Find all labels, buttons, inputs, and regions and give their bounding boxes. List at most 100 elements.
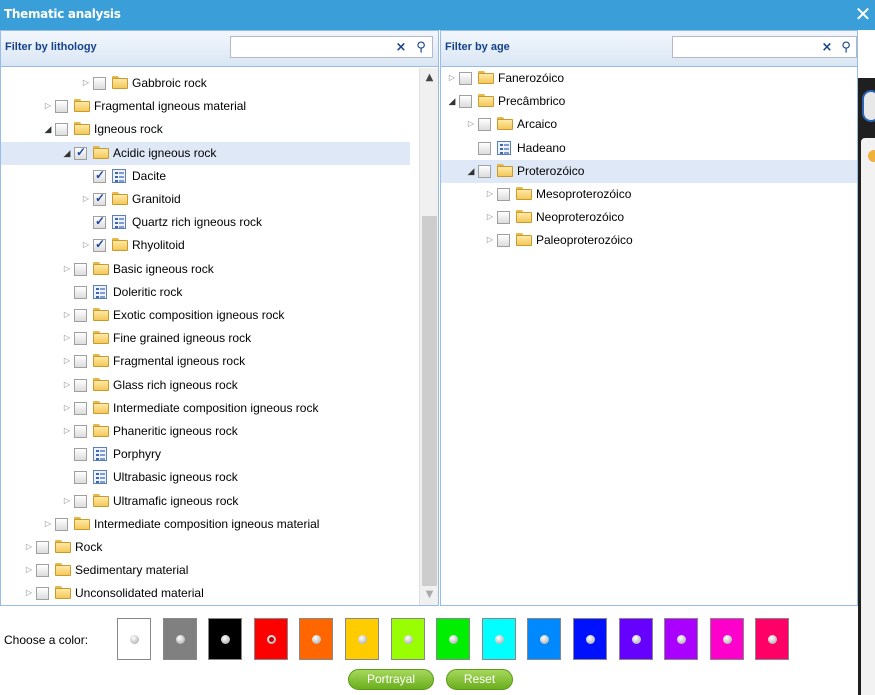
expand-icon[interactable]: ▷ <box>62 426 72 436</box>
node-checkbox[interactable] <box>74 309 87 322</box>
portrayal-button[interactable]: Portrayal <box>348 669 434 690</box>
tree-node[interactable]: Quartz rich igneous rock <box>1 211 410 234</box>
node-checkbox[interactable] <box>459 95 472 109</box>
age-search-icon[interactable]: ⚲ <box>837 39 855 57</box>
tree-node[interactable]: ▷ Glass rich igneous rock <box>1 374 410 397</box>
lithology-search-icon[interactable]: ⚲ <box>412 39 430 57</box>
expand-icon[interactable]: ▷ <box>485 189 495 199</box>
expand-icon[interactable]: ▷ <box>447 73 457 83</box>
age-search-input[interactable] <box>675 38 815 56</box>
tree-node[interactable]: ▷ Fine grained igneous rock <box>1 327 410 350</box>
node-checkbox[interactable] <box>74 332 87 346</box>
tree-node[interactable]: Porphyry <box>1 443 410 466</box>
node-checkbox[interactable] <box>36 587 49 601</box>
node-checkbox[interactable] <box>55 100 68 114</box>
expand-icon[interactable]: ▷ <box>62 356 72 366</box>
tree-node[interactable]: ▷ Granitoid <box>1 188 410 211</box>
node-checkbox[interactable] <box>497 211 510 225</box>
node-checkbox[interactable] <box>36 564 49 578</box>
tree-node[interactable]: ▷ Sedimentary material <box>1 559 410 582</box>
color-swatch[interactable] <box>573 618 607 660</box>
color-swatch[interactable] <box>527 618 562 660</box>
tree-node[interactable]: ◢ Igneous rock <box>1 118 410 141</box>
expand-icon[interactable]: ▷ <box>81 78 91 88</box>
tree-node[interactable]: ▷ Paleoproterozóico <box>441 229 857 252</box>
lithology-search-input[interactable] <box>233 38 383 56</box>
expand-icon[interactable]: ▷ <box>81 194 91 204</box>
node-checkbox[interactable] <box>55 123 68 137</box>
expand-icon[interactable]: ▷ <box>62 264 72 274</box>
tree-node[interactable]: ▷ Neoproterozóico <box>441 206 857 229</box>
expand-icon[interactable]: ▷ <box>62 333 72 343</box>
expand-icon[interactable]: ▷ <box>62 403 72 413</box>
color-swatch[interactable] <box>162 618 197 660</box>
tree-node[interactable]: ▷ Fanerozóico <box>441 68 857 90</box>
tree-node[interactable]: ▷ Exotic composition igneous rock <box>1 304 410 327</box>
collapse-icon[interactable]: ◢ <box>43 124 53 134</box>
tree-node[interactable]: Doleritic rock <box>1 281 410 304</box>
tree-node[interactable]: ▷ Intermediate composition igneous rock <box>1 397 410 420</box>
node-checkbox[interactable] <box>93 214 106 230</box>
tree-node[interactable]: Ultrabasic igneous rock <box>1 466 410 489</box>
tree-node[interactable]: Hadeano <box>441 137 857 160</box>
tree-node[interactable]: ◢ Precâmbrico <box>441 90 857 113</box>
tree-node[interactable]: ◢ Acidic igneous rock <box>1 141 410 165</box>
tree-node[interactable]: ▷ Rhyolitoid <box>1 234 410 257</box>
expand-icon[interactable]: ▷ <box>62 496 72 506</box>
close-icon[interactable]: ✕ <box>853 3 873 25</box>
node-checkbox[interactable] <box>497 188 510 201</box>
expand-icon[interactable]: ▷ <box>62 380 72 390</box>
node-checkbox[interactable] <box>74 285 87 299</box>
node-checkbox[interactable] <box>74 145 87 160</box>
color-swatch[interactable] <box>117 618 151 660</box>
collapse-icon[interactable]: ◢ <box>466 166 476 176</box>
expand-icon[interactable]: ▷ <box>485 235 495 245</box>
tree-node[interactable]: ▷ Unconsolidated material <box>1 582 410 605</box>
node-checkbox[interactable] <box>459 72 472 85</box>
node-checkbox[interactable] <box>36 541 49 554</box>
expand-icon[interactable]: ▷ <box>485 212 495 222</box>
color-swatch[interactable] <box>345 618 379 660</box>
node-checkbox[interactable] <box>478 164 491 178</box>
tree-node[interactable]: Dacite <box>1 165 410 188</box>
reset-button[interactable]: Reset <box>446 669 513 690</box>
collapse-icon[interactable]: ◢ <box>447 96 457 106</box>
color-swatch[interactable] <box>208 618 243 660</box>
node-checkbox[interactable] <box>74 425 87 438</box>
color-swatch[interactable] <box>253 618 288 660</box>
tree-node[interactable]: ▷ Phaneritic igneous rock <box>1 420 410 443</box>
node-checkbox[interactable] <box>93 168 106 183</box>
node-checkbox[interactable] <box>74 401 87 415</box>
node-checkbox[interactable] <box>478 118 491 132</box>
expand-icon[interactable]: ▷ <box>43 101 53 111</box>
color-swatch[interactable] <box>664 618 699 660</box>
node-checkbox[interactable] <box>74 262 87 276</box>
lithology-scrollbar[interactable]: ▲ ▼ <box>419 68 438 605</box>
map-control-icon[interactable] <box>862 90 875 122</box>
node-checkbox[interactable] <box>93 237 106 253</box>
tree-node[interactable]: ◢ Proterozóico <box>441 159 857 183</box>
node-checkbox[interactable] <box>93 77 106 90</box>
color-swatch[interactable] <box>390 618 425 660</box>
scroll-up-icon[interactable]: ▲ <box>420 68 438 88</box>
expand-icon[interactable]: ▷ <box>43 519 53 529</box>
layer-icon[interactable] <box>868 150 875 162</box>
color-swatch[interactable] <box>481 618 516 660</box>
node-checkbox[interactable] <box>74 378 87 392</box>
color-swatch[interactable] <box>755 618 790 660</box>
tree-node[interactable]: ▷ Basic igneous rock <box>1 258 410 281</box>
node-checkbox[interactable] <box>497 234 510 248</box>
tree-node[interactable]: ▷ Fragmental igneous rock <box>1 350 410 373</box>
node-checkbox[interactable] <box>93 191 106 206</box>
expand-icon[interactable]: ▷ <box>24 542 34 552</box>
tree-node[interactable]: ▷ Mesoproterozóico <box>441 183 857 206</box>
tree-node[interactable]: ▷ Gabbroic rock <box>1 72 410 95</box>
tree-node[interactable]: ▷ Rock <box>1 536 410 559</box>
node-checkbox[interactable] <box>74 494 87 508</box>
tree-node[interactable]: ▷ Arcaico <box>441 113 857 136</box>
tree-node[interactable]: ▷ Fragmental igneous material <box>1 95 410 118</box>
expand-icon[interactable]: ▷ <box>466 119 476 129</box>
node-checkbox[interactable] <box>55 517 68 531</box>
color-swatch[interactable] <box>299 618 334 660</box>
tree-node[interactable]: ▷ Intermediate composition igneous materi… <box>1 513 410 536</box>
